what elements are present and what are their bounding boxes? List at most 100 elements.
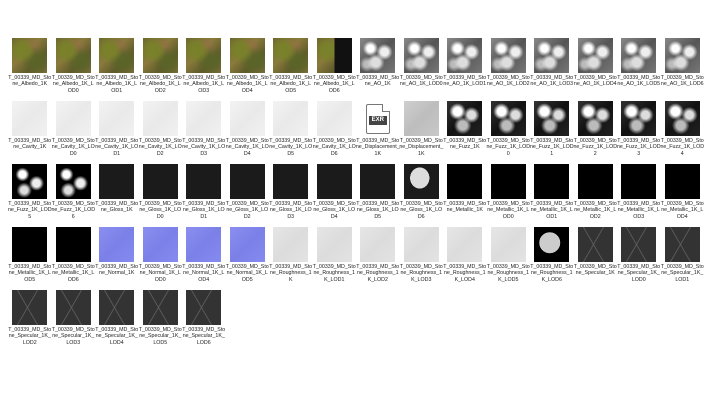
file-thumbnail[interactable] — [664, 227, 700, 262]
file-thumbnail[interactable] — [534, 227, 570, 262]
file-tile[interactable]: T_00339_MD_Stone_Metallic_1K — [443, 164, 487, 227]
file-thumbnail[interactable] — [229, 164, 265, 199]
file-name[interactable]: T_00339_MD_Stone_Cavity_1K_LOD6 — [312, 138, 356, 157]
file-thumbnail[interactable] — [447, 101, 483, 136]
file-name[interactable]: T_00339_MD_Stone_Metallic_1K_LOD4 — [660, 201, 704, 220]
file-tile[interactable]: T_00339_MD_Stone_AO_1K_LOD1 — [443, 38, 487, 101]
file-name[interactable]: T_00339_MD_Stone_Gloss_1K_LOD4 — [312, 201, 356, 220]
file-tile[interactable]: T_00339_MD_Stone_Cavity_1K_LOD4 — [226, 101, 270, 164]
file-thumbnail[interactable] — [12, 227, 48, 262]
file-tile[interactable]: T_00339_MD_Stone_Albedo_1K_LOD0 — [52, 38, 96, 101]
file-thumbnail[interactable] — [577, 38, 613, 73]
file-name[interactable]: T_00339_MD_Stone_Specular_1K_LOD4 — [95, 327, 139, 346]
file-name[interactable]: T_00339_MD_Stone_AO_1K_LOD5 — [617, 75, 661, 88]
file-tile[interactable]: EXR T_00339_MD_Stone_Displacement_1K — [356, 101, 400, 164]
file-name[interactable]: T_00339_MD_Stone_Roughness_1K_LOD5 — [486, 264, 530, 283]
file-name[interactable]: T_00339_MD_Stone_Cavity_1K_LOD1 — [95, 138, 139, 157]
file-tile[interactable]: T_00339_MD_Stone_Cavity_1K_LOD2 — [139, 101, 183, 164]
file-name[interactable]: T_00339_MD_Stone_Fuzz_1K_LOD0 — [486, 138, 530, 157]
file-name[interactable]: T_00339_MD_Stone_AO_1K_LOD2 — [486, 75, 530, 88]
file-name[interactable]: T_00339_MD_Stone_AO_1K_LOD4 — [573, 75, 617, 88]
file-tile[interactable]: T_00339_MD_Stone_Cavity_1K — [8, 101, 52, 164]
file-tile[interactable]: T_00339_MD_Stone_Albedo_1K_LOD6 — [313, 38, 357, 101]
file-name[interactable]: T_00339_MD_Stone_Albedo_1K — [8, 75, 52, 88]
file-thumbnail[interactable] — [99, 164, 135, 199]
file-thumbnail[interactable] — [229, 101, 265, 136]
file-name[interactable]: T_00339_MD_Stone_Cavity_1K_LOD2 — [138, 138, 182, 157]
file-tile[interactable]: T_00339_MD_Stone_Albedo_1K_LOD3 — [182, 38, 226, 101]
file-name[interactable]: T_00339_MD_Stone_Normal_1K — [95, 264, 139, 277]
file-tile[interactable]: T_00339_MD_Stone_Gloss_1K_LOD6 — [400, 164, 444, 227]
file-name[interactable]: T_00339_MD_Stone_Metallic_1K_LOD5 — [8, 264, 52, 283]
file-thumbnail[interactable] — [12, 38, 48, 73]
file-tile[interactable]: T_00339_MD_Stone_Displacement_1K — [399, 101, 443, 164]
file-tile[interactable]: T_00339_MD_Stone_Albedo_1K_LOD2 — [139, 38, 183, 101]
file-name[interactable]: T_00339_MD_Stone_Normal_1K_LOD0 — [138, 264, 182, 283]
file-tile[interactable]: T_00339_MD_Stone_Fuzz_1K_LOD5 — [8, 164, 52, 227]
file-name[interactable]: T_00339_MD_Stone_Roughness_1K_LOD6 — [530, 264, 574, 283]
file-tile[interactable]: T_00339_MD_Stone_Specular_1K_LOD0 — [617, 227, 661, 290]
file-tile[interactable]: T_00339_MD_Stone_Albedo_1K_LOD4 — [226, 38, 270, 101]
file-thumbnail[interactable] — [490, 101, 526, 136]
file-thumbnail[interactable] — [273, 227, 309, 262]
file-tile[interactable]: T_00339_MD_Stone_Fuzz_1K_LOD1 — [530, 101, 574, 164]
file-tile[interactable]: T_00339_MD_Stone_Fuzz_1K — [443, 101, 487, 164]
file-tile[interactable]: T_00339_MD_Stone_Specular_1K — [574, 227, 618, 290]
file-thumbnail[interactable] — [142, 101, 178, 136]
file-thumbnail[interactable] — [142, 164, 178, 199]
file-name[interactable]: T_00339_MD_Stone_Fuzz_1K_LOD4 — [660, 138, 704, 157]
file-name[interactable]: T_00339_MD_Stone_Cavity_1K_LOD0 — [51, 138, 95, 157]
file-thumbnail[interactable] — [12, 164, 48, 199]
file-tile[interactable]: T_00339_MD_Stone_Gloss_1K_LOD1 — [182, 164, 226, 227]
file-thumbnail[interactable] — [99, 227, 135, 262]
file-tile[interactable]: T_00339_MD_Stone_AO_1K_LOD2 — [487, 38, 531, 101]
file-tile[interactable]: T_00339_MD_Stone_Specular_1K_LOD2 — [8, 290, 52, 353]
file-name[interactable]: T_00339_MD_Stone_Specular_1K_LOD5 — [138, 327, 182, 346]
file-tile[interactable]: T_00339_MD_Stone_Cavity_1K_LOD1 — [95, 101, 139, 164]
file-name[interactable]: T_00339_MD_Stone_Fuzz_1K_LOD1 — [530, 138, 574, 157]
exr-file-icon[interactable]: EXR — [360, 101, 395, 136]
file-tile[interactable]: T_00339_MD_Stone_Roughness_1K — [269, 227, 313, 290]
file-tile[interactable]: T_00339_MD_Stone_AO_1K_LOD6 — [661, 38, 705, 101]
file-name[interactable]: T_00339_MD_Stone_Specular_1K_LOD6 — [182, 327, 226, 346]
file-tile[interactable]: T_00339_MD_Stone_Specular_1K_LOD6 — [182, 290, 226, 353]
file-thumbnail[interactable] — [621, 101, 657, 136]
file-tile[interactable]: T_00339_MD_Stone_Specular_1K_LOD3 — [52, 290, 96, 353]
file-tile[interactable]: T_00339_MD_Stone_Fuzz_1K_LOD0 — [486, 101, 530, 164]
file-thumbnail[interactable] — [403, 227, 439, 262]
file-name[interactable]: T_00339_MD_Stone_Roughness_1K_LOD4 — [443, 264, 487, 283]
file-tile[interactable]: T_00339_MD_Stone_Fuzz_1K_LOD6 — [51, 164, 95, 227]
file-thumbnail[interactable] — [403, 164, 439, 199]
file-thumbnail[interactable] — [186, 227, 222, 262]
file-thumbnail[interactable] — [99, 101, 135, 136]
file-name[interactable]: T_00339_MD_Stone_Metallic_1K_LOD1 — [530, 201, 574, 220]
file-name[interactable]: T_00339_MD_Stone_Cavity_1K_LOD4 — [225, 138, 269, 157]
file-name[interactable]: T_00339_MD_Stone_Albedo_1K_LOD6 — [312, 75, 356, 94]
file-tile[interactable]: T_00339_MD_Stone_Normal_1K_LOD0 — [139, 227, 183, 290]
file-name[interactable]: T_00339_MD_Stone_Albedo_1K_LOD1 — [95, 75, 139, 94]
file-thumbnail[interactable] — [534, 38, 570, 73]
file-tile[interactable]: T_00339_MD_Stone_Roughness_1K_LOD5 — [487, 227, 531, 290]
file-name[interactable]: T_00339_MD_Stone_Specular_1K_LOD3 — [51, 327, 95, 346]
file-thumbnail[interactable] — [55, 164, 91, 199]
file-name[interactable]: T_00339_MD_Stone_Metallic_1K_LOD3 — [617, 201, 661, 220]
file-name[interactable]: T_00339_MD_Stone_Metallic_1K_LOD2 — [573, 201, 617, 220]
file-name[interactable]: T_00339_MD_Stone_Cavity_1K_LOD3 — [182, 138, 226, 157]
file-thumbnail[interactable] — [534, 101, 570, 136]
file-name[interactable]: T_00339_MD_Stone_Specular_1K — [573, 264, 617, 277]
file-thumbnail[interactable] — [621, 38, 657, 73]
file-tile[interactable]: T_00339_MD_Stone_Gloss_1K_LOD2 — [226, 164, 270, 227]
file-tile[interactable]: T_00339_MD_Stone_Cavity_1K_LOD0 — [52, 101, 96, 164]
file-name[interactable]: T_00339_MD_Stone_Gloss_1K — [95, 201, 139, 214]
file-thumbnail[interactable] — [316, 38, 352, 73]
file-name[interactable]: T_00339_MD_Stone_Albedo_1K_LOD2 — [138, 75, 182, 94]
file-tile[interactable]: T_00339_MD_Stone_Normal_1K — [95, 227, 139, 290]
file-tile[interactable]: T_00339_MD_Stone_Albedo_1K_LOD5 — [269, 38, 313, 101]
file-thumbnail[interactable] — [12, 290, 48, 325]
file-name[interactable]: T_00339_MD_Stone_Albedo_1K_LOD4 — [225, 75, 269, 94]
file-tile[interactable]: T_00339_MD_Stone_AO_1K_LOD5 — [617, 38, 661, 101]
file-name[interactable]: T_00339_MD_Stone_Fuzz_1K — [443, 138, 487, 151]
file-thumbnail[interactable] — [490, 164, 526, 199]
file-name[interactable]: T_00339_MD_Stone_Gloss_1K_LOD6 — [399, 201, 443, 220]
file-thumbnail[interactable] — [447, 38, 483, 73]
